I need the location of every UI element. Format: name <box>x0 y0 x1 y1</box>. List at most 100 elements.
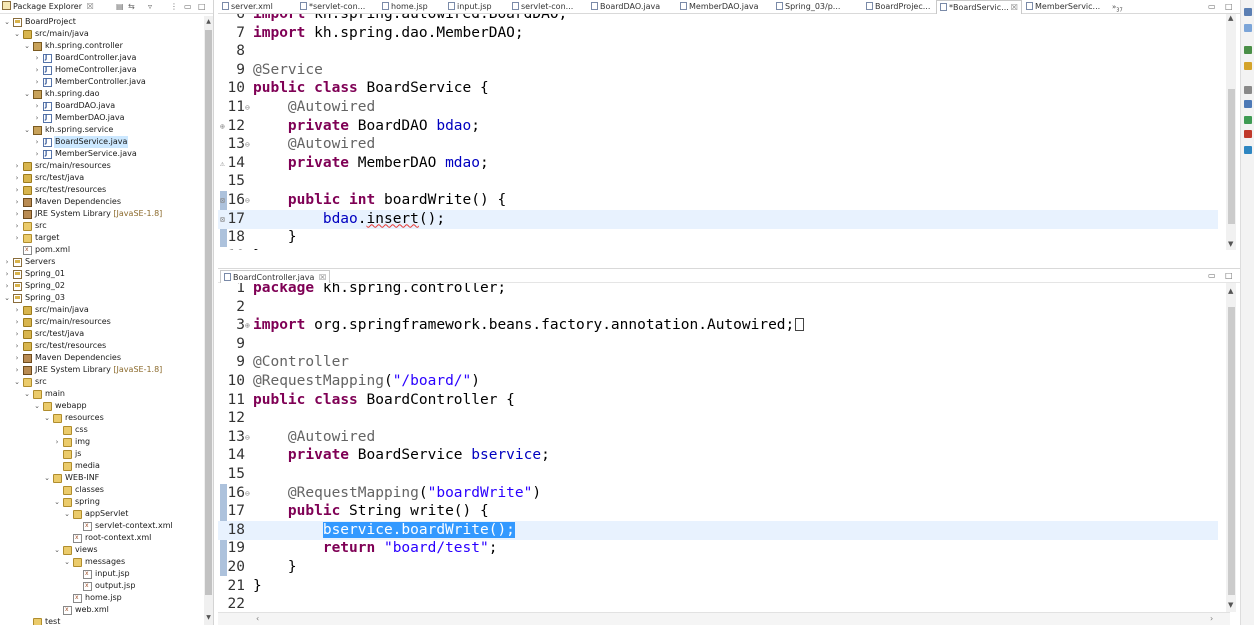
expand-arrow-icon[interactable]: › <box>13 316 21 328</box>
horizontal-scrollbar[interactable]: ‹ › <box>218 612 1230 625</box>
editor-tab[interactable]: BoardDAO.java <box>591 0 660 14</box>
editor-scroll-thumb[interactable] <box>1228 307 1235 595</box>
board-controller-editor[interactable]: 1 package kh.spring.controller; 2 3 ⊕ import … <box>218 283 1240 612</box>
tree-item[interactable]: › src/test/resources <box>0 184 204 196</box>
tree-item[interactable]: › target <box>0 232 204 244</box>
view-menu-icon[interactable]: ⋮ <box>170 2 178 12</box>
collapse-arrow-icon[interactable]: ⌄ <box>3 16 11 28</box>
close-icon[interactable]: ☒ <box>1011 3 1018 12</box>
expand-arrow-icon[interactable]: › <box>3 268 11 280</box>
editor-tab[interactable]: MemberServic... <box>1026 0 1100 14</box>
code-line[interactable]: 20 } <box>218 558 1218 577</box>
explorer-scroll-thumb[interactable] <box>205 30 212 595</box>
tree-item[interactable]: ⌄ src/main/java <box>0 28 204 40</box>
code-line[interactable]: 13 ⊖ @Autowired <box>218 135 1218 154</box>
tree-item[interactable]: › Servers <box>0 256 204 268</box>
minimize-icon[interactable]: ▭ <box>1208 0 1216 14</box>
tree-item[interactable]: › src/test/resources <box>0 340 204 352</box>
annotation-marker-icon[interactable]: ⊠ <box>220 191 225 210</box>
code-line[interactable]: 2 <box>218 298 1218 317</box>
annotation-marker-icon[interactable]: ⚠ <box>220 154 225 173</box>
code-line[interactable]: 22 <box>218 595 1218 612</box>
expand-arrow-icon[interactable]: › <box>13 232 21 244</box>
editor-tab[interactable]: BoardProjec... <box>866 0 930 14</box>
tree-item[interactable]: › Spring_02 <box>0 280 204 292</box>
tree-item[interactable]: › src/test/java <box>0 172 204 184</box>
tree-item[interactable]: › MemberService.java <box>0 148 204 160</box>
collapse-arrow-icon[interactable]: ⌄ <box>13 376 21 388</box>
code-line[interactable]: 9 <box>218 335 1218 354</box>
code-line[interactable]: 16 ⊖ ⊠ public int boardWrite() { <box>218 191 1218 210</box>
tree-item[interactable]: root-context.xml <box>0 532 204 544</box>
minimize-icon[interactable]: ▭ <box>1208 269 1216 283</box>
code-line[interactable]: 8 <box>218 42 1218 61</box>
tree-item[interactable]: ⌄ kh.spring.dao <box>0 88 204 100</box>
editor-tab[interactable]: home.jsp <box>382 0 428 14</box>
code-line[interactable]: 17 public String write() { <box>218 502 1218 521</box>
tree-item[interactable]: › BoardController.java <box>0 52 204 64</box>
maximize-icon[interactable]: □ <box>198 2 206 12</box>
tree-item[interactable]: › MemberDAO.java <box>0 112 204 124</box>
code-line[interactable]: 9 @Service <box>218 61 1218 80</box>
code-line[interactable]: 12 <box>218 409 1218 428</box>
code-line[interactable]: 11 public class BoardController { <box>218 391 1218 410</box>
code-line[interactable]: 14 ⚠ private MemberDAO mdao; <box>218 154 1218 173</box>
editor-tab[interactable]: server.xml <box>222 0 273 14</box>
servers-icon[interactable] <box>1244 116 1252 124</box>
tree-item[interactable]: › Maven Dependencies <box>0 352 204 364</box>
editor-scrollbar[interactable]: ▲ ▼ <box>1226 14 1236 250</box>
code-line[interactable]: 21} <box>218 577 1218 596</box>
expand-arrow-icon[interactable]: › <box>13 172 21 184</box>
editor-tab[interactable]: servlet-con... <box>512 0 573 14</box>
scroll-left-arrow-icon[interactable]: ‹ <box>256 614 259 623</box>
tab-board-controller[interactable]: BoardController.java ☒ <box>220 270 331 283</box>
collapse-arrow-icon[interactable]: ⌄ <box>23 40 31 52</box>
expand-arrow-icon[interactable]: › <box>3 280 11 292</box>
expand-arrow-icon[interactable]: › <box>33 100 41 112</box>
outline-icon[interactable] <box>1244 8 1252 16</box>
expand-arrow-icon[interactable]: › <box>13 340 21 352</box>
editor-tab[interactable]: Spring_03/p... <box>776 0 840 14</box>
console-icon[interactable] <box>1244 86 1252 94</box>
code-line[interactable]: 9 @Controller <box>218 353 1218 372</box>
tree-item[interactable]: home.jsp <box>0 592 204 604</box>
tree-item[interactable]: ⌄ main <box>0 388 204 400</box>
scroll-up-arrow-icon[interactable]: ▲ <box>1228 14 1233 22</box>
close-icon[interactable]: ☒ <box>319 273 326 282</box>
editor-tab[interactable]: *servlet-con... <box>300 0 365 14</box>
scroll-down-arrow-icon[interactable]: ▼ <box>1228 601 1233 609</box>
minimize-icon[interactable]: ▭ <box>184 2 192 12</box>
scroll-up-arrow-icon[interactable]: ▲ <box>204 18 213 25</box>
collapse-arrow-icon[interactable]: ⌄ <box>53 496 61 508</box>
code-line[interactable]: 17 ⊠ bdao.insert(); <box>218 209 1218 229</box>
expand-arrow-icon[interactable]: › <box>13 184 21 196</box>
tree-item[interactable]: › src/main/resources <box>0 160 204 172</box>
code-line[interactable]: 6 import kh.spring.autowired.BoardDAO; <box>218 14 1218 24</box>
tree-item[interactable]: ⌄ Spring_03 <box>0 292 204 304</box>
code-line[interactable]: 1 package kh.spring.controller; <box>218 283 1218 298</box>
scroll-right-arrow-icon[interactable]: › <box>1210 614 1213 623</box>
tree-item[interactable]: › HomeController.java <box>0 64 204 76</box>
code-line[interactable]: 13 ⊖ @Autowired <box>218 428 1218 447</box>
problems-icon[interactable] <box>1244 100 1252 108</box>
collapse-arrow-icon[interactable]: ⌄ <box>33 400 41 412</box>
collapse-arrow-icon[interactable]: ⌄ <box>43 412 51 424</box>
tree-item[interactable]: input.jsp <box>0 568 204 580</box>
expand-arrow-icon[interactable]: › <box>13 220 21 232</box>
expand-arrow-icon[interactable]: › <box>13 208 21 220</box>
tree-item[interactable]: ⌄ resources <box>0 412 204 424</box>
code-line[interactable]: 7 import kh.spring.dao.MemberDAO; <box>218 24 1218 43</box>
code-line[interactable]: 3 ⊕ import org.springframework.beans.facto… <box>218 316 1218 335</box>
package-explorer-tab[interactable]: Package Explorer ☒ <box>2 1 94 13</box>
expand-arrow-icon[interactable]: › <box>33 76 41 88</box>
maximize-icon[interactable]: □ <box>1225 269 1233 283</box>
collapse-arrow-icon[interactable]: ⌄ <box>43 472 51 484</box>
editor-scroll-thumb[interactable] <box>1228 89 1235 224</box>
expand-arrow-icon[interactable]: › <box>13 196 21 208</box>
tree-item[interactable]: ⌄ WEB-INF <box>0 472 204 484</box>
tree-item[interactable]: › src <box>0 220 204 232</box>
tree-item[interactable]: › src/main/resources <box>0 316 204 328</box>
code-line[interactable]: 19 return "board/test"; <box>218 539 1218 558</box>
fold-toggle-icon[interactable]: ⊖ <box>245 98 253 117</box>
filter-icon[interactable]: ▿ <box>148 2 152 12</box>
